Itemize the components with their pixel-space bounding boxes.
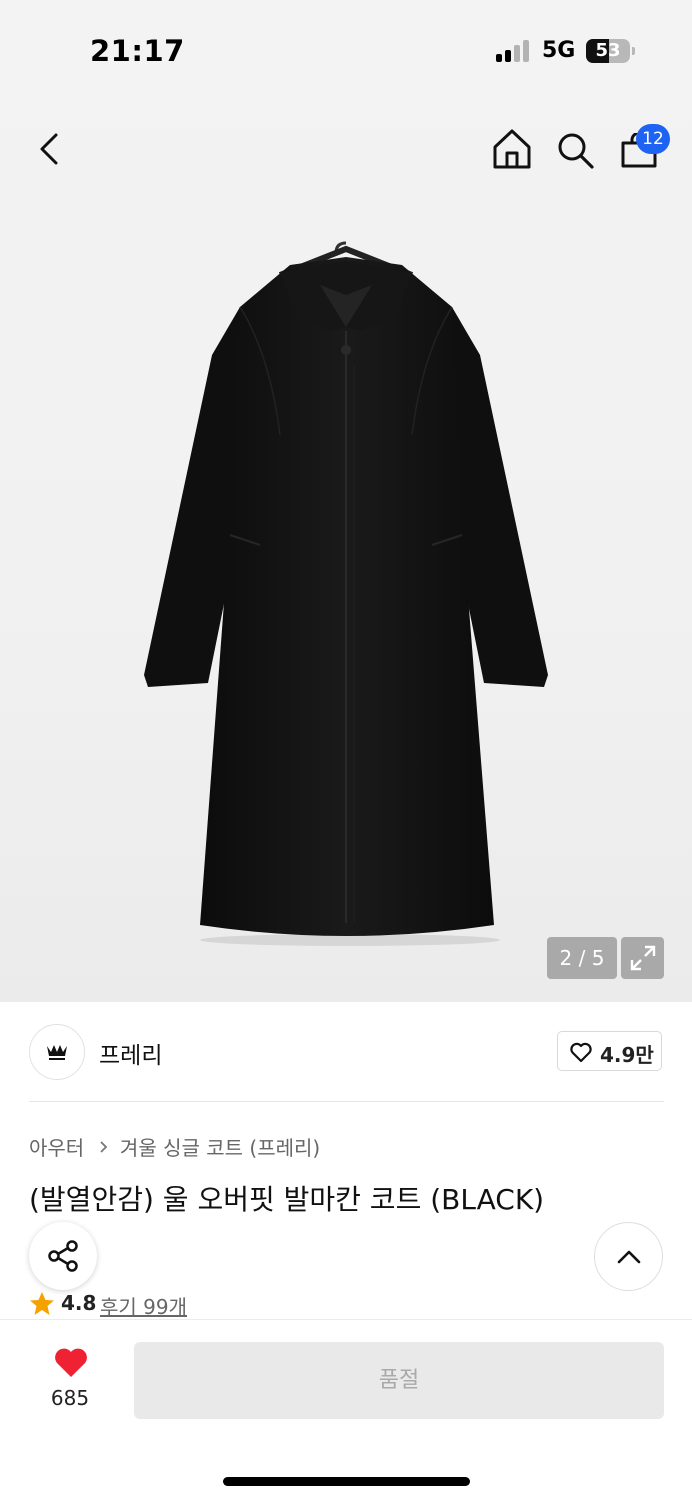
breadcrumb-category[interactable]: 아우터 bbox=[29, 1132, 84, 1161]
divider bbox=[29, 1101, 664, 1102]
brand-like-count: 4.9만 bbox=[600, 1043, 654, 1067]
wishlist-count: 685 bbox=[50, 1386, 90, 1410]
cellular-signal-icon bbox=[496, 40, 532, 62]
heart-filled-icon bbox=[55, 1348, 87, 1377]
brand-logo[interactable] bbox=[29, 1024, 85, 1080]
share-button[interactable] bbox=[29, 1222, 97, 1290]
brand-like-button[interactable]: 4.9만 bbox=[557, 1031, 662, 1071]
chevron-up-icon bbox=[617, 1250, 641, 1264]
search-icon bbox=[558, 133, 594, 169]
breadcrumb-subcategory[interactable]: 겨울 싱글 코트 (프레리) bbox=[120, 1132, 320, 1161]
chevron-right-icon bbox=[99, 1140, 107, 1153]
home-button[interactable] bbox=[492, 128, 532, 170]
status-time: 21:17 bbox=[90, 34, 185, 68]
image-counter: 2 / 5 bbox=[547, 937, 617, 979]
breadcrumb: 아우터 겨울 싱글 코트 (프레리) bbox=[29, 1132, 320, 1161]
back-button[interactable] bbox=[36, 132, 62, 166]
review-count-link[interactable]: 후기 99개 bbox=[100, 1291, 187, 1320]
heart-outline-icon bbox=[570, 1042, 592, 1063]
battery-tip bbox=[632, 47, 635, 55]
rating-value: 4.8 bbox=[61, 1291, 97, 1315]
crown-logo-icon bbox=[47, 1045, 67, 1060]
scroll-to-top-button[interactable] bbox=[594, 1222, 663, 1291]
home-indicator bbox=[223, 1477, 470, 1486]
expand-image-button[interactable] bbox=[621, 937, 664, 979]
expand-icon bbox=[630, 945, 656, 971]
battery-icon: 53 bbox=[586, 39, 630, 63]
product-image[interactable] bbox=[130, 235, 562, 955]
status-bar: 21:17 5G 53 bbox=[0, 0, 692, 100]
wishlist-button[interactable] bbox=[53, 1347, 89, 1383]
battery-percent: 53 bbox=[595, 40, 621, 61]
brand-name[interactable]: 프레리 bbox=[99, 1036, 162, 1070]
cart-count-badge: 12 bbox=[636, 124, 670, 154]
sold-out-button[interactable]: 품절 bbox=[134, 1342, 664, 1419]
product-gallery[interactable]: 21:17 5G 53 12 2 / 5 bbox=[0, 0, 692, 1002]
star-icon bbox=[30, 1292, 54, 1315]
back-arrow-icon bbox=[40, 133, 58, 165]
product-title: (발열안감) 울 오버핏 발마칸 코트 (BLACK) bbox=[29, 1183, 545, 1216]
share-icon bbox=[48, 1240, 78, 1272]
home-icon bbox=[493, 129, 531, 169]
search-button[interactable] bbox=[556, 131, 596, 171]
network-label: 5G bbox=[542, 38, 576, 63]
